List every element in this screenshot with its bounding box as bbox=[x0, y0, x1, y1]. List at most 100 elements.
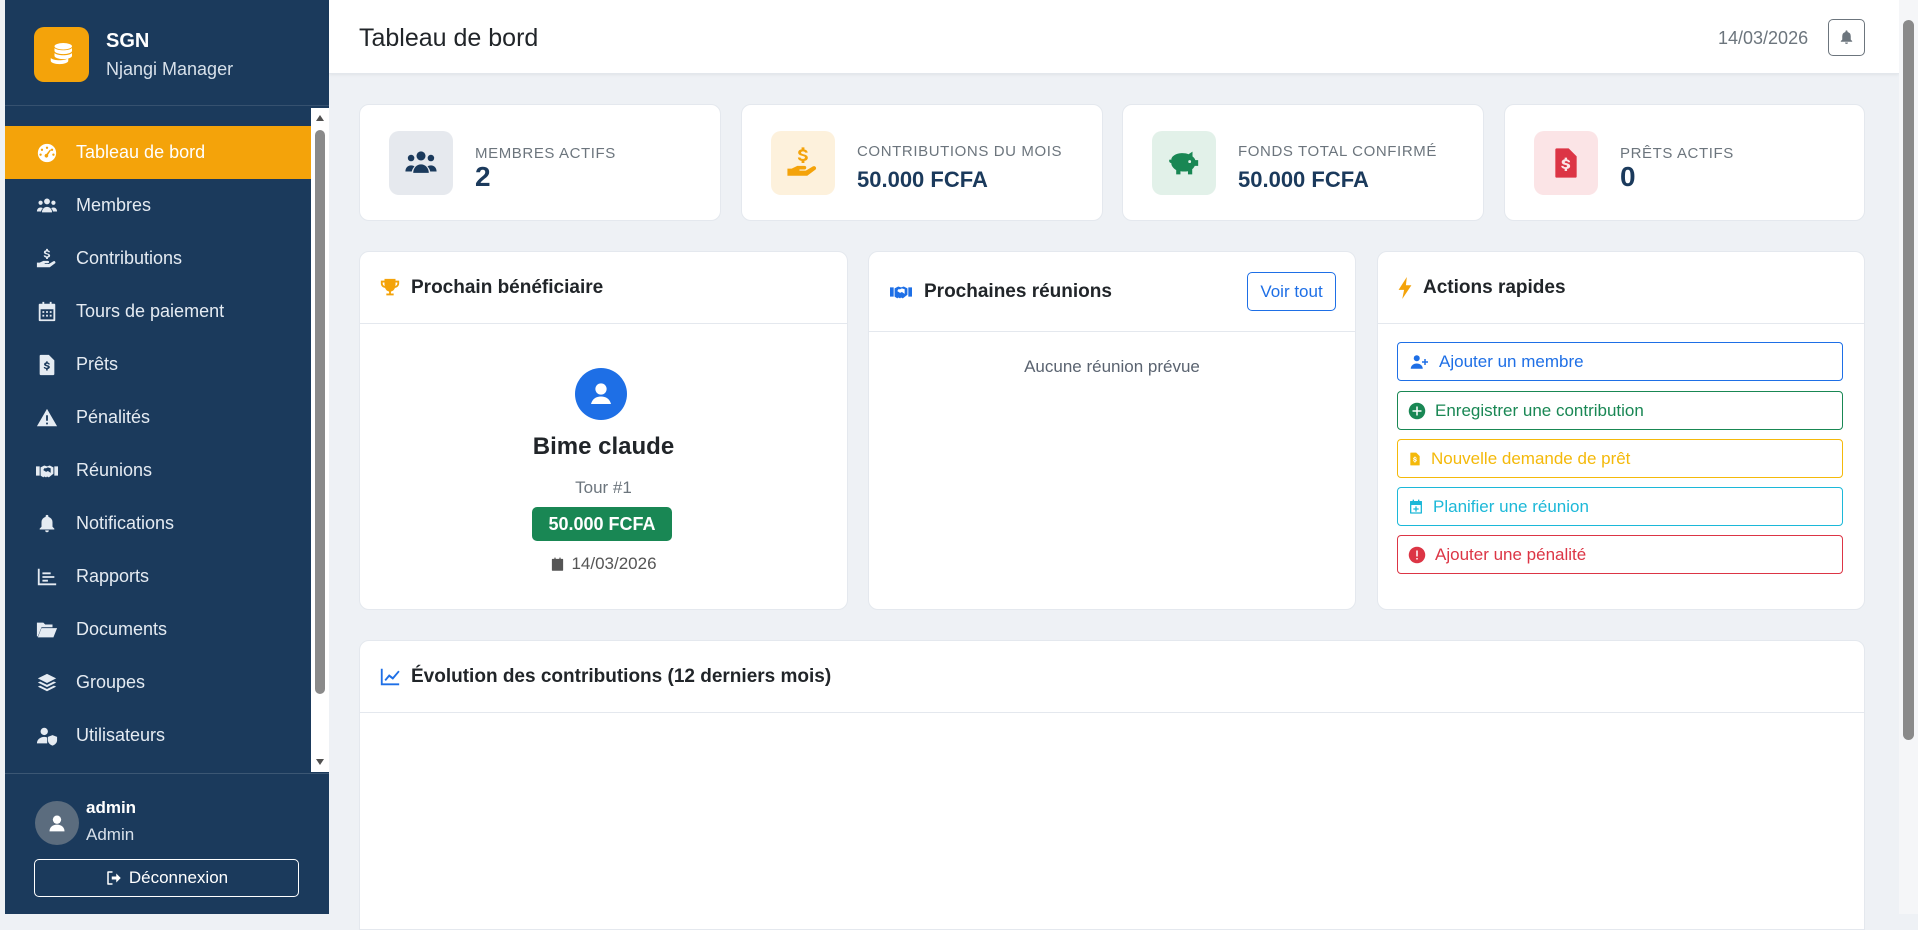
new-loan-request-button[interactable]: Nouvelle demande de prêt bbox=[1397, 439, 1843, 478]
exclamation-circle-icon bbox=[1408, 546, 1426, 564]
sidebar-item-label: Documents bbox=[76, 619, 168, 639]
contributions-chart-card: Évolution des contributions (12 derniers… bbox=[359, 640, 1865, 930]
sidebar-item-label: Tours de paiement bbox=[76, 301, 225, 321]
coins-icon bbox=[34, 27, 89, 82]
stat-card-contributions: CONTRIBUTIONS DU MOIS 50.000 FCFA bbox=[741, 104, 1103, 221]
action-label: Nouvelle demande de prêt bbox=[1431, 448, 1631, 468]
view-all-button[interactable]: Voir tout bbox=[1247, 272, 1336, 311]
handshake-icon bbox=[35, 459, 59, 483]
stat-label: PRÊTS ACTIFS bbox=[1620, 145, 1734, 162]
stat-label: CONTRIBUTIONS DU MOIS bbox=[857, 143, 1063, 160]
action-label: Ajouter un membre bbox=[1439, 351, 1584, 371]
sidebar-item-label: Notifications bbox=[76, 513, 175, 533]
beneficiary-date-text: 14/03/2026 bbox=[571, 554, 657, 573]
user-name: admin bbox=[86, 798, 137, 817]
calendar-icon bbox=[550, 557, 565, 572]
sign-out-icon bbox=[105, 869, 123, 887]
sidebar-item-tableau-de-bord[interactable]: Tableau de bord bbox=[5, 126, 311, 179]
bell-icon bbox=[1838, 29, 1855, 46]
beneficiary-date: 14/03/2026 bbox=[360, 554, 847, 574]
stat-value: 50.000 FCFA bbox=[1238, 167, 1369, 192]
sidebar-item-label: Prêts bbox=[76, 354, 119, 374]
add-member-button[interactable]: Ajouter un membre bbox=[1397, 342, 1843, 381]
avatar bbox=[35, 801, 79, 845]
sidebar-scrollbar[interactable] bbox=[311, 108, 329, 772]
sidebar-item-label: Tableau de bord bbox=[76, 142, 206, 162]
logout-label: Déconnexion bbox=[128, 868, 229, 887]
card-title: Prochain bénéficiaire bbox=[411, 276, 604, 298]
sidebar-item-contributions[interactable]: Contributions bbox=[5, 232, 311, 285]
sidebar-item-groupes[interactable]: Groupes bbox=[5, 656, 311, 709]
next-beneficiary-card: Prochain bénéficiaire Bime claude Tour #… bbox=[359, 251, 848, 610]
sidebar-item-label: Pénalités bbox=[76, 407, 151, 427]
bolt-icon bbox=[1397, 276, 1413, 299]
calendar-icon bbox=[35, 300, 59, 324]
piggy-bank-icon bbox=[1152, 131, 1216, 195]
schedule-meeting-button[interactable]: Planifier une réunion bbox=[1397, 487, 1843, 526]
sidebar-item-reunions[interactable]: Réunions bbox=[5, 444, 311, 497]
stat-label: MEMBRES ACTIFS bbox=[475, 145, 616, 162]
add-penalty-button[interactable]: Ajouter une pénalité bbox=[1397, 535, 1843, 574]
invoice-dollar-icon bbox=[35, 353, 59, 377]
beneficiary-tour: Tour #1 bbox=[575, 478, 632, 497]
calendar-plus-icon bbox=[1408, 498, 1424, 516]
warning-icon bbox=[35, 406, 59, 430]
user-circle-icon bbox=[575, 368, 627, 420]
upcoming-meetings-card: Prochaines réunions Voir tout Aucune réu… bbox=[868, 251, 1356, 610]
scrollbar-thumb[interactable] bbox=[315, 130, 325, 694]
plus-circle-icon bbox=[1408, 402, 1426, 420]
top-bar: Tableau de bord 14/03/2026 bbox=[329, 0, 1899, 74]
hand-coin-icon bbox=[771, 131, 835, 195]
file-dollar-icon bbox=[1408, 450, 1422, 468]
record-contribution-button[interactable]: Enregistrer une contribution bbox=[1397, 391, 1843, 430]
card-header: Prochain bénéficiaire bbox=[360, 252, 847, 324]
stat-value: 50.000 FCFA bbox=[857, 167, 988, 192]
scroll-up-arrow-icon[interactable] bbox=[311, 110, 329, 126]
chart-icon bbox=[35, 565, 59, 589]
user-panel: admin Admin Déconnexion bbox=[5, 773, 329, 914]
action-label: Enregistrer une contribution bbox=[1435, 400, 1644, 420]
beneficiary-amount-badge: 50.000 FCFA bbox=[532, 507, 672, 541]
page-scrollbar[interactable] bbox=[1899, 0, 1918, 914]
sidebar-nav: Tableau de bord Membres Contributions To… bbox=[5, 126, 311, 762]
user-shield-icon bbox=[35, 724, 59, 748]
quick-actions-card: Actions rapides Ajouter un membre Enregi… bbox=[1377, 251, 1865, 610]
gauge-icon bbox=[35, 141, 59, 165]
current-date: 14/03/2026 bbox=[1718, 28, 1809, 48]
empty-meetings-text: Aucune réunion prévue bbox=[1024, 357, 1200, 376]
card-title: Prochaines réunions bbox=[924, 280, 1112, 302]
brand-name: SGN bbox=[106, 30, 150, 52]
sidebar-item-utilisateurs[interactable]: Utilisateurs bbox=[5, 709, 311, 762]
bell-icon bbox=[35, 512, 59, 536]
trophy-icon bbox=[379, 277, 401, 299]
sidebar-item-documents[interactable]: Documents bbox=[5, 603, 311, 656]
card-title: Évolution des contributions (12 derniers… bbox=[411, 665, 832, 687]
sidebar-item-rapports[interactable]: Rapports bbox=[5, 550, 311, 603]
sidebar-item-tours-de-paiement[interactable]: Tours de paiement bbox=[5, 285, 311, 338]
sidebar-item-prets[interactable]: Prêts bbox=[5, 338, 311, 391]
scroll-down-arrow-icon[interactable] bbox=[311, 754, 329, 770]
card-title: Actions rapides bbox=[1423, 276, 1566, 298]
hand-coin-icon bbox=[35, 247, 59, 271]
page-title: Tableau de bord bbox=[359, 24, 539, 52]
page-scrollbar-thumb[interactable] bbox=[1903, 20, 1914, 740]
stat-label: FONDS TOTAL CONFIRMÉ bbox=[1238, 143, 1437, 160]
folder-open-icon bbox=[35, 618, 59, 642]
sidebar-item-notifications[interactable]: Notifications bbox=[5, 497, 311, 550]
sidebar-item-membres[interactable]: Membres bbox=[5, 179, 311, 232]
stat-value: 2 bbox=[475, 161, 491, 192]
user-role: Admin bbox=[86, 825, 135, 844]
beneficiary-name: Bime claude bbox=[532, 433, 675, 460]
card-header: Actions rapides bbox=[1378, 252, 1864, 324]
line-chart-icon bbox=[379, 666, 401, 688]
stat-card-total-funds: FONDS TOTAL CONFIRMÉ 50.000 FCFA bbox=[1122, 104, 1484, 221]
stat-value: 0 bbox=[1620, 161, 1636, 192]
layers-icon bbox=[35, 671, 59, 695]
brand-subtitle: Njangi Manager bbox=[106, 59, 234, 79]
sidebar-item-penalites[interactable]: Pénalités bbox=[5, 391, 311, 444]
brand: SGN Njangi Manager bbox=[5, 0, 329, 106]
logout-button[interactable]: Déconnexion bbox=[34, 859, 299, 897]
sidebar-item-label: Utilisateurs bbox=[76, 725, 166, 745]
user-plus-icon bbox=[1408, 353, 1430, 371]
notifications-button[interactable] bbox=[1828, 19, 1865, 56]
